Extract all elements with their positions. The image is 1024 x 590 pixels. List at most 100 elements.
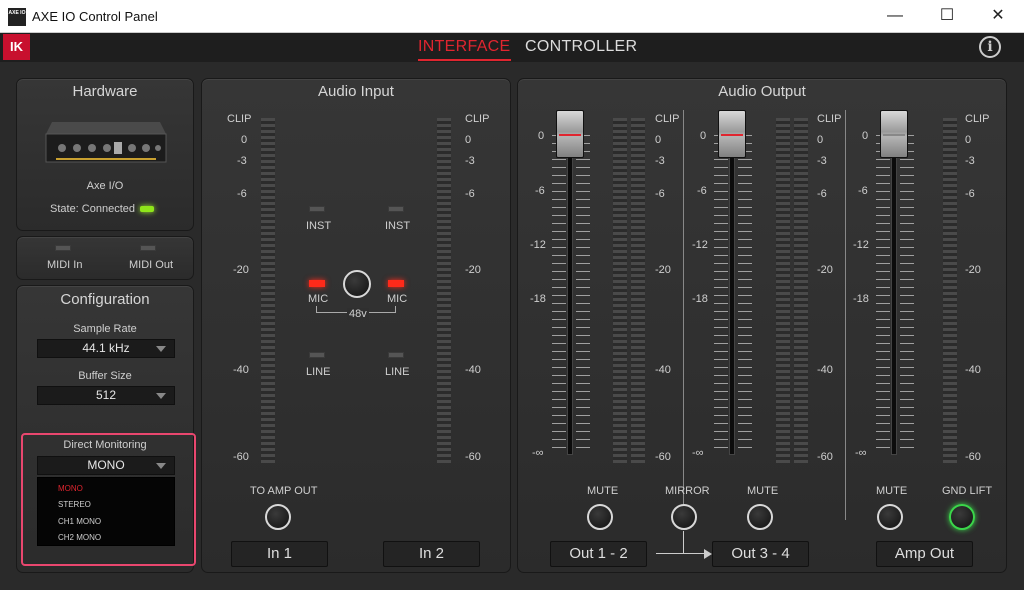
app-icon: AXE IO: [8, 8, 26, 26]
in1-button[interactable]: In 1: [231, 541, 328, 567]
amp-fader-ticks: [876, 135, 890, 455]
amp-meter-m60: -60: [965, 451, 981, 463]
out12-meter-clip: CLIP: [655, 113, 680, 125]
audio-output-panel: [517, 78, 1007, 573]
hardware-title: Hardware: [72, 83, 138, 100]
in2-button[interactable]: In 2: [383, 541, 480, 567]
out34-meter-0: 0: [817, 134, 824, 146]
out12-fader-track: [567, 135, 573, 455]
out12-fader-m18: -18: [530, 293, 546, 305]
tab-controller[interactable]: CONTROLLER: [525, 38, 637, 56]
out34-fader-handle[interactable]: [718, 110, 746, 158]
in1-scale-m6: -6: [237, 188, 247, 200]
buffer-size-dropdown[interactable]: 512: [37, 386, 175, 405]
audio-input-title: Audio Input: [318, 83, 394, 100]
device-name: Axe I/O: [86, 180, 124, 192]
out12-fader-inf: -∞: [532, 447, 544, 459]
maximize-button[interactable]: ☐: [924, 0, 970, 33]
in1-mic-label[interactable]: MIC: [308, 293, 328, 305]
out12-meter-r: [631, 118, 645, 463]
amp-meter-m40: -40: [965, 364, 981, 376]
in1-scale-m3: -3: [237, 155, 247, 167]
in2-scale-m3: -3: [465, 155, 475, 167]
midi-in-label: MIDI In: [47, 259, 83, 271]
device-image: [42, 118, 168, 168]
to-amp-out-knob[interactable]: [265, 504, 291, 530]
out12-mute-knob[interactable]: [587, 504, 613, 530]
in1-scale-m40: -40: [233, 364, 249, 376]
in1-scale-clip: CLIP: [227, 113, 252, 125]
in1-line-label[interactable]: LINE: [306, 366, 330, 378]
phantom-power-knob[interactable]: [343, 270, 371, 298]
out34-mute-knob[interactable]: [747, 504, 773, 530]
minimize-button[interactable]: —: [872, 0, 918, 33]
connection-state: State: Connected: [50, 203, 136, 215]
amp-meter: [943, 118, 957, 463]
in2-scale-clip: CLIP: [465, 113, 490, 125]
in1-inst-label[interactable]: INST: [306, 220, 331, 232]
in1-meter: [261, 118, 275, 463]
amp-meter-m6: -6: [965, 188, 975, 200]
out12-meter-m20: -20: [655, 264, 671, 276]
close-button[interactable]: ✕: [975, 0, 1021, 33]
in2-scale-m6: -6: [465, 188, 475, 200]
out12-fader-handle[interactable]: [556, 110, 584, 158]
out12-fader-ticks-r: [576, 135, 590, 455]
out34-meter-m20: -20: [817, 264, 833, 276]
in2-line-label[interactable]: LINE: [385, 366, 409, 378]
out12-meter-m3: -3: [655, 155, 665, 167]
in2-inst-label[interactable]: INST: [385, 220, 410, 232]
mirror-knob[interactable]: [671, 504, 697, 530]
audio-output-title: Audio Output: [718, 83, 806, 100]
in2-inst-led: [388, 206, 404, 212]
out12-mute-label: MUTE: [587, 485, 619, 497]
in1-inst-led: [309, 206, 325, 212]
to-amp-out-label: TO AMP OUT: [250, 485, 318, 497]
out12-button[interactable]: Out 1 - 2: [550, 541, 647, 567]
in2-meter: [437, 118, 451, 463]
mirror-arrow-stem: [683, 531, 684, 553]
out12-fader-m6: -6: [535, 185, 545, 197]
out34-fader-track: [729, 135, 735, 455]
in1-scale-m60: -60: [233, 451, 249, 463]
in2-mic-label[interactable]: MIC: [387, 293, 407, 305]
out34-fader-ticks: [714, 135, 728, 455]
out12-meter-m60: -60: [655, 451, 671, 463]
amp-meter-m20: -20: [965, 264, 981, 276]
amp-meter-0: 0: [965, 134, 972, 146]
highlight-frame: [21, 433, 196, 566]
amp-out-button[interactable]: Amp Out: [876, 541, 973, 567]
in2-scale-m40: -40: [465, 364, 481, 376]
out34-meter-r: [794, 118, 808, 463]
out12-meter-l: [613, 118, 627, 463]
out34-fader-m12: -12: [692, 239, 708, 251]
amp-mute-label: MUTE: [876, 485, 908, 497]
info-icon[interactable]: i: [979, 36, 1001, 58]
sample-rate-dropdown[interactable]: 44.1 kHz: [37, 339, 175, 358]
out34-meter-m6: -6: [817, 188, 827, 200]
out34-button[interactable]: Out 3 - 4: [712, 541, 809, 567]
out34-fader-ticks-r: [738, 135, 752, 455]
gnd-lift-knob[interactable]: [949, 504, 975, 530]
phantom-label: 48v: [347, 308, 369, 320]
top-nav: [0, 33, 1024, 62]
output-divider-2: [845, 110, 846, 520]
sample-rate-label: Sample Rate: [73, 323, 137, 335]
in1-scale-0: 0: [241, 134, 248, 146]
amp-mute-knob[interactable]: [877, 504, 903, 530]
tab-interface[interactable]: INTERFACE: [418, 38, 511, 61]
mirror-label: MIRROR: [665, 485, 710, 497]
ik-logo-icon: IK: [3, 34, 30, 60]
in2-scale-m20: -20: [465, 264, 481, 276]
connected-led: [140, 206, 154, 212]
window-title: AXE IO Control Panel: [32, 9, 158, 24]
midi-in-led: [55, 245, 71, 251]
in1-mic-led: [309, 280, 325, 287]
amp-fader-inf: -∞: [855, 447, 867, 459]
amp-fader-handle[interactable]: [880, 110, 908, 158]
amp-fader-ticks-r: [900, 135, 914, 455]
configuration-title: Configuration: [60, 291, 150, 308]
out12-fader-m12: -12: [530, 239, 546, 251]
out34-fader-0: 0: [700, 130, 707, 142]
midi-panel: [16, 236, 194, 280]
